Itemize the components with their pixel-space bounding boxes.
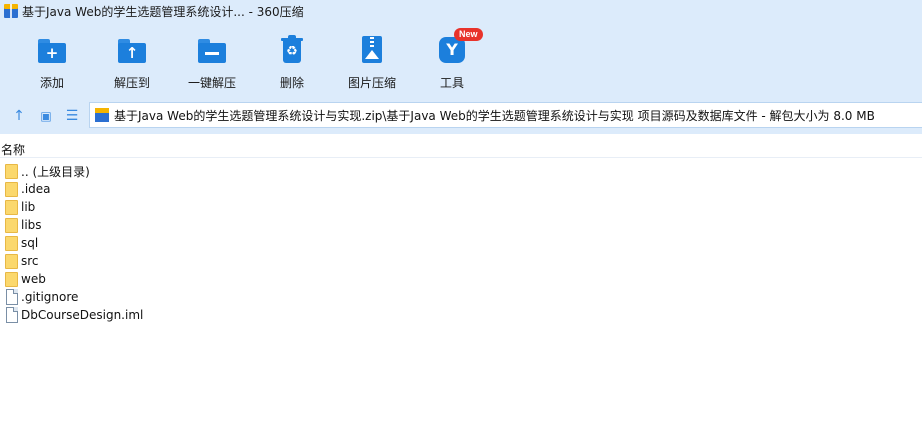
address-bar[interactable]: 基于Java Web的学生选题管理系统设计与实现.zip\基于Java Web的… (89, 102, 922, 128)
folder-icon (5, 235, 19, 251)
toolbar: + 添加 ↑ 解压到 一键解压 ♻ 删除 图片压缩 Y New 工具 (0, 22, 922, 98)
extract-to-button[interactable]: ↑ 解压到 (96, 34, 168, 92)
archive-app-icon (4, 4, 18, 18)
app-window: 基于Java Web的学生选题管理系统设计... - 360压缩 + 添加 ↑ … (0, 0, 922, 423)
view-thumbnail-icon[interactable]: ▣ (37, 107, 55, 125)
item-name: lib (21, 200, 36, 214)
list-item[interactable]: src (0, 252, 922, 270)
window-title: 基于Java Web的学生选题管理系统设计... - 360压缩 (22, 4, 304, 19)
list-item[interactable]: .gitignore (0, 288, 922, 306)
delete-icon: ♻ (276, 34, 308, 66)
folder-icon (5, 181, 19, 197)
list-item[interactable]: lib (0, 198, 922, 216)
one-click-extract-button[interactable]: 一键解压 (176, 34, 248, 92)
image-compress-button[interactable]: 图片压缩 (336, 34, 408, 92)
folder-icon (5, 199, 19, 215)
add-button-label: 添加 (39, 76, 64, 90)
item-name: .idea (21, 182, 51, 196)
address-path: 基于Java Web的学生选题管理系统设计与实现.zip\基于Java Web的… (114, 108, 875, 123)
item-name: DbCourseDesign.iml (21, 308, 144, 322)
item-name: .gitignore (21, 290, 79, 304)
one-click-extract-icon (196, 34, 228, 66)
list-item[interactable]: sql (0, 234, 922, 252)
delete-button[interactable]: ♻ 删除 (256, 34, 328, 92)
up-arrow-icon[interactable]: ↑ (10, 107, 28, 125)
navigation-bar: ↑ ▣ ☰ 基于Java Web的学生选题管理系统设计与实现.zip\基于Jav… (0, 98, 922, 134)
view-list-icon[interactable]: ☰ (63, 107, 81, 125)
item-name: src (21, 254, 39, 268)
file-icon (5, 307, 19, 323)
list-item[interactable]: DbCourseDesign.iml (0, 306, 922, 324)
new-badge: New (454, 28, 483, 41)
tools-icon: Y New (436, 28, 483, 66)
tools-button-label: 工具 (439, 76, 464, 90)
list-item[interactable]: web (0, 270, 922, 288)
folder-icon (5, 253, 19, 269)
image-compress-button-label: 图片压缩 (347, 76, 396, 90)
list-item[interactable]: .. (上级目录) (0, 162, 922, 180)
folder-icon (5, 217, 19, 233)
folder-icon (5, 271, 19, 287)
extract-to-icon: ↑ (116, 34, 148, 66)
tools-button[interactable]: Y New 工具 (416, 28, 488, 92)
folder-icon (5, 163, 19, 179)
zip-file-icon (95, 108, 109, 122)
list-item[interactable]: libs (0, 216, 922, 234)
image-compress-icon (356, 34, 388, 66)
add-folder-icon: + (36, 34, 68, 66)
title-bar: 基于Java Web的学生选题管理系统设计... - 360压缩 (0, 0, 922, 22)
one-click-extract-button-label: 一键解压 (187, 76, 236, 90)
item-name: web (21, 272, 46, 286)
list-item[interactable]: .idea (0, 180, 922, 198)
item-name: .. (上级目录) (21, 164, 90, 179)
column-header: 名称 (0, 138, 922, 158)
column-header-name[interactable]: 名称 (1, 141, 25, 158)
item-name: libs (21, 218, 42, 232)
file-icon (5, 289, 19, 305)
delete-button-label: 删除 (279, 76, 304, 90)
item-name: sql (21, 236, 39, 250)
add-button[interactable]: + 添加 (16, 34, 88, 92)
extract-to-button-label: 解压到 (113, 76, 150, 90)
